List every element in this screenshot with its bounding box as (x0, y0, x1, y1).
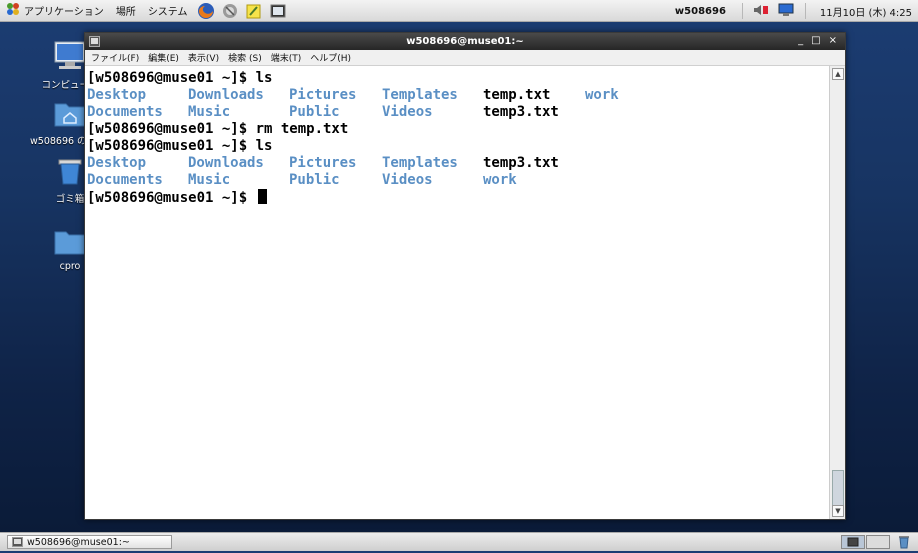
computer-icon (54, 41, 86, 69)
minimize-icon[interactable]: _ (798, 35, 803, 46)
window-menubar: ファイル(F) 編集(E) 表示(V) 検索 (S) 端末(T) ヘルプ(H) (85, 50, 845, 66)
home-folder-icon (54, 103, 86, 127)
ls-directory-entry: Pictures (289, 87, 357, 103)
ls-directory-entry: Pictures (289, 155, 357, 171)
terminal-line: [w508696@muse01 ~]$ ls (87, 138, 829, 155)
terminal-line: Desktop Downloads Pictures Templates temp.tx… (87, 87, 829, 104)
window-title: w508696@muse01:~ (406, 36, 524, 47)
firefox-launcher[interactable] (197, 2, 215, 20)
volume-icon[interactable] (753, 3, 769, 20)
scrollbar-thumb[interactable] (832, 470, 844, 506)
panel-clock[interactable]: 11月10日 (木) 4:25 (812, 4, 918, 19)
taskbar-terminal-icon (12, 537, 23, 547)
terminal-cursor (257, 189, 267, 204)
shell-prompt: [w508696@muse01 ~]$ (87, 70, 256, 86)
ls-directory-entry: Public (289, 172, 340, 188)
terminal-line: [w508696@muse01 ~]$ (87, 189, 829, 206)
trash-icon (58, 159, 82, 185)
trash-applet-icon[interactable] (896, 534, 912, 553)
menu-file[interactable]: ファイル(F) (91, 51, 139, 64)
places-menu-label: 場所 (115, 7, 136, 18)
menu-view[interactable]: 表示(V) (188, 51, 219, 64)
ls-directory-entry: Documents (87, 172, 163, 188)
ls-directory-entry: Documents (87, 104, 163, 120)
panel-separator (741, 3, 743, 19)
workspace-window-icon (847, 537, 859, 547)
window-terminal-icon[interactable] (89, 36, 100, 50)
top-panel: アプリケーション 場所 システム w508696 11月10日 (木) 4:25 (0, 0, 918, 22)
shell-prompt: [w508696@muse01 ~]$ (87, 190, 256, 206)
shell-prompt: [w508696@muse01 ~]$ (87, 121, 256, 137)
ls-directory-entry: Videos (382, 172, 433, 188)
ls-directory-entry: Music (188, 172, 231, 188)
shell-prompt: [w508696@muse01 ~]$ (87, 138, 256, 154)
shell-command: ls (255, 70, 273, 86)
terminal-icon (270, 4, 286, 17)
firefox-icon (197, 2, 214, 19)
ls-directory-entry: Downloads (188, 87, 264, 103)
ls-directory-entry: work (483, 172, 517, 188)
panel-separator (804, 3, 806, 19)
notes-launcher[interactable] (245, 2, 263, 20)
mail-launcher[interactable] (221, 2, 239, 20)
workspace-2[interactable] (866, 535, 890, 549)
close-icon[interactable]: × (829, 35, 837, 46)
bottom-panel: w508696@muse01:~ (0, 532, 918, 551)
ls-directory-entry: work (585, 87, 619, 103)
terminal-launcher[interactable] (269, 2, 287, 20)
menu-search[interactable]: 検索 (S) (228, 51, 262, 64)
scroll-up-icon[interactable]: ▲ (832, 68, 844, 80)
folder-icon (54, 231, 86, 255)
notes-icon (246, 4, 261, 18)
ls-file-entry: temp3.txt (483, 155, 559, 171)
menu-edit[interactable]: 編集(E) (148, 51, 179, 64)
ls-directory-entry: Desktop (87, 87, 147, 103)
taskbar-terminal-label: w508696@muse01:~ (27, 536, 130, 548)
taskbar-terminal-button[interactable]: w508696@muse01:~ (7, 535, 172, 549)
terminal-line: Desktop Downloads Pictures Templates temp3.t… (87, 155, 829, 172)
shell-command: ls (255, 138, 273, 154)
terminal-output[interactable]: [w508696@muse01 ~]$ ls Desktop Downloads Pi… (85, 66, 829, 519)
system-menu[interactable]: システム (142, 0, 194, 22)
ls-directory-entry: Downloads (188, 155, 264, 171)
scroll-down-icon[interactable]: ▼ (832, 505, 844, 517)
applications-menu[interactable]: アプリケーション (0, 0, 110, 22)
ls-directory-entry: Music (188, 104, 231, 120)
network-icon[interactable] (777, 3, 795, 20)
mail-icon (222, 3, 237, 18)
window-titlebar[interactable]: w508696@muse01:~ _ □ × (85, 33, 845, 50)
workspace-1[interactable] (841, 535, 865, 549)
terminal-line: Documents Music Public Videos temp3.txt (87, 104, 829, 121)
applications-icon (6, 2, 20, 19)
ls-directory-entry: Videos (382, 104, 433, 120)
maximize-icon[interactable]: □ (811, 35, 820, 46)
system-menu-label: システム (147, 7, 188, 18)
panel-user-name[interactable]: w508696 (665, 6, 736, 17)
menu-terminal[interactable]: 端末(T) (271, 51, 302, 64)
ls-directory-entry: Public (289, 104, 340, 120)
applications-menu-label: アプリケーション (24, 7, 104, 18)
terminal-line: Documents Music Public Videos work (87, 172, 829, 189)
terminal-scrollbar[interactable]: ▲ ▼ (829, 66, 845, 519)
shell-command: rm temp.txt (255, 121, 349, 137)
terminal-line: [w508696@muse01 ~]$ ls (87, 70, 829, 87)
ls-file-entry: temp.txt (483, 87, 551, 103)
terminal-window[interactable]: w508696@muse01:~ _ □ × ファイル(F) 編集(E) 表示(… (84, 32, 846, 520)
ls-file-entry: temp3.txt (483, 104, 559, 120)
ls-directory-entry: Desktop (87, 155, 147, 171)
ls-directory-entry: Templates (382, 155, 458, 171)
places-menu[interactable]: 場所 (110, 0, 142, 22)
menu-help[interactable]: ヘルプ(H) (310, 51, 351, 64)
ls-directory-entry: Templates (382, 87, 458, 103)
terminal-line: [w508696@muse01 ~]$ rm temp.txt (87, 121, 829, 138)
